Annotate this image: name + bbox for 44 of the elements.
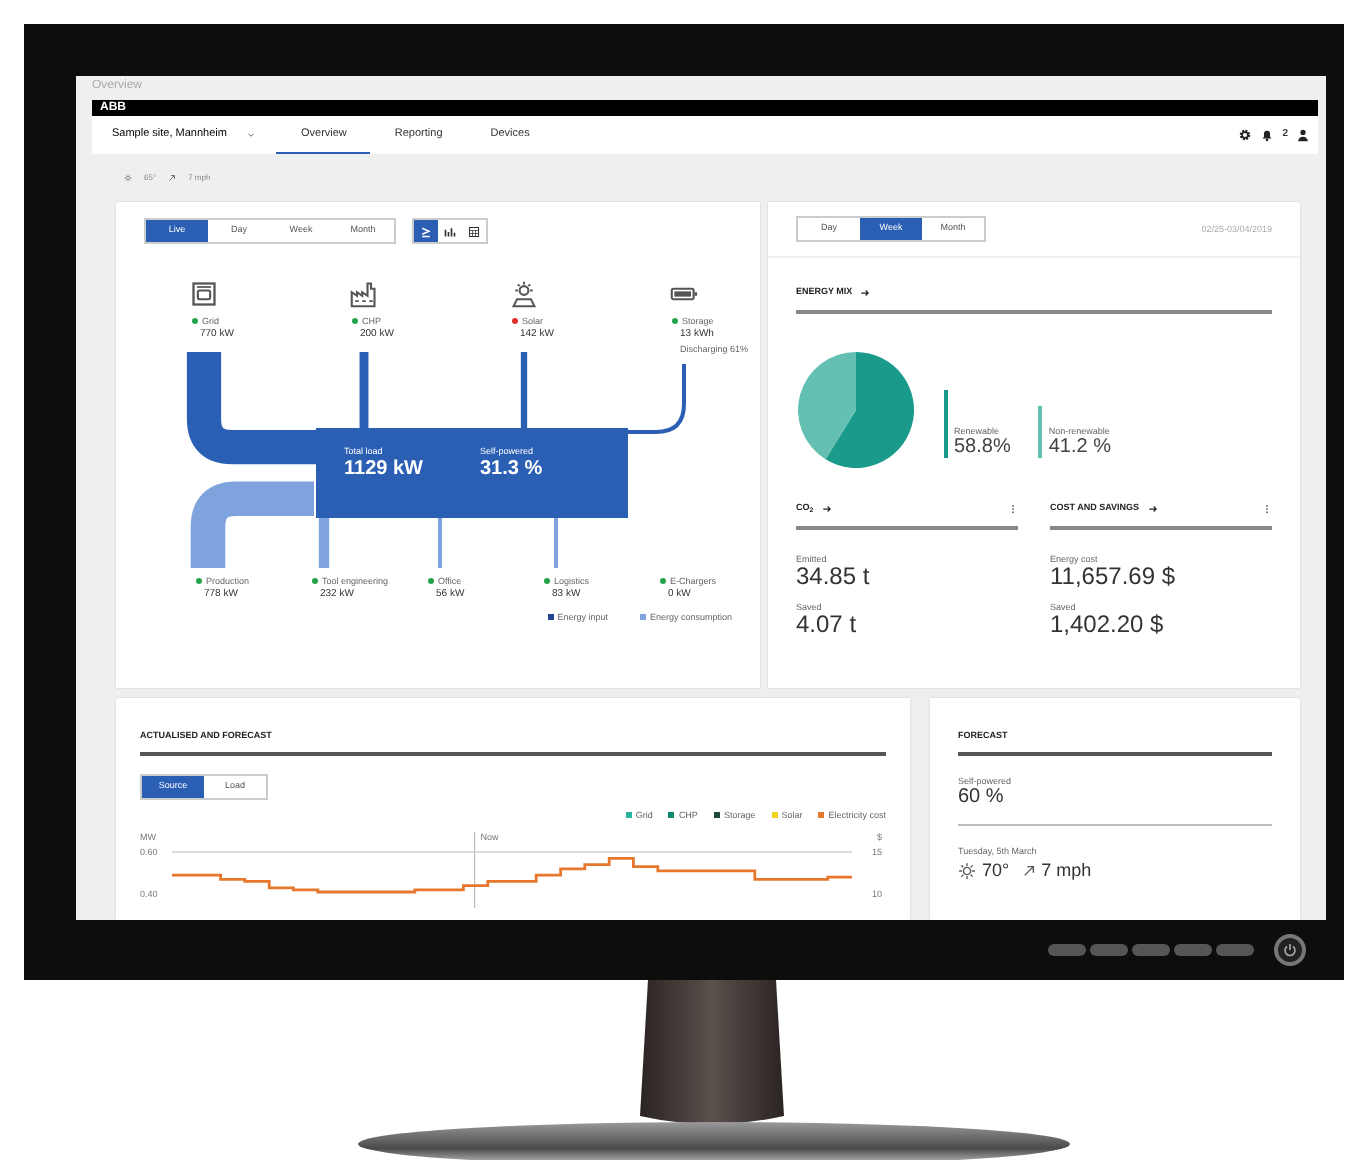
user-icon[interactable] bbox=[1296, 128, 1310, 142]
bar-chart-icon bbox=[444, 225, 456, 237]
energy-flow bbox=[359, 352, 369, 430]
sun-icon bbox=[958, 861, 976, 880]
energy-flow bbox=[626, 364, 686, 434]
table-icon bbox=[468, 225, 480, 237]
power-button[interactable] bbox=[1274, 934, 1306, 966]
arrow-icon bbox=[1021, 863, 1036, 878]
monitor-button[interactable] bbox=[1090, 944, 1128, 956]
metric-value: 31.3 % bbox=[480, 460, 543, 480]
legend-bar bbox=[1038, 405, 1043, 458]
legend-value: 41.2 % bbox=[1048, 437, 1111, 458]
arrow-icon bbox=[168, 174, 177, 182]
stat-value: 34.85 t bbox=[796, 563, 872, 591]
power-icon bbox=[1282, 942, 1298, 958]
monitor-button[interactable] bbox=[1132, 944, 1170, 956]
metric-value: 1129 kW bbox=[344, 460, 423, 480]
energy-flow bbox=[186, 352, 318, 465]
legend-value: 58.8% bbox=[954, 437, 1011, 458]
arrow-right-icon bbox=[1147, 503, 1158, 514]
temperature: 70° bbox=[982, 857, 1010, 884]
view-button[interactable] bbox=[462, 220, 486, 242]
arrow-right-icon bbox=[860, 287, 871, 298]
stat-value: 4.07 t bbox=[796, 612, 859, 640]
monitor-button[interactable] bbox=[1048, 944, 1086, 956]
cabinet-icon bbox=[190, 280, 218, 308]
sun-icon bbox=[510, 280, 538, 308]
energy-flow bbox=[520, 352, 528, 430]
stat-value: 11,657.69 $ bbox=[1050, 563, 1178, 591]
monitor-button[interactable] bbox=[1216, 944, 1254, 956]
factory-icon bbox=[350, 280, 378, 308]
energy-flow bbox=[318, 516, 330, 568]
settings-icon[interactable] bbox=[1238, 128, 1253, 142]
chevron-down-icon bbox=[246, 130, 257, 140]
bell-icon[interactable] bbox=[1260, 128, 1275, 142]
sun-icon bbox=[124, 174, 132, 182]
stat-value: 1,402.20 $ bbox=[1050, 612, 1166, 640]
stat-value: 60 % bbox=[958, 786, 1006, 809]
view-button[interactable] bbox=[414, 220, 438, 242]
flow-icon bbox=[420, 225, 432, 237]
arrow-right-icon bbox=[821, 503, 832, 514]
monitor-button[interactable] bbox=[1174, 944, 1212, 956]
wind-speed: 7 mph bbox=[1041, 857, 1092, 884]
energy-flow bbox=[190, 481, 314, 568]
